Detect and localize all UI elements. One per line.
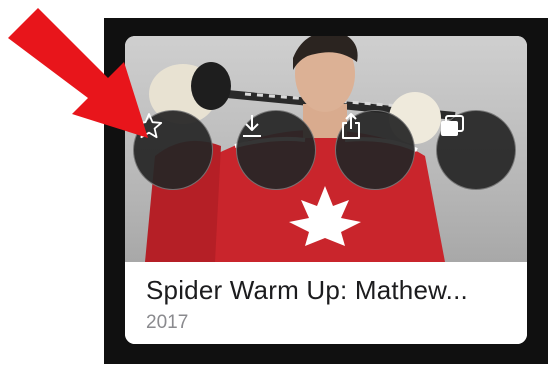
download-button[interactable]	[236, 110, 316, 190]
video-card[interactable]: Spider Warm Up: Mathew... 2017	[125, 36, 527, 344]
share-icon	[342, 113, 360, 139]
red-arrow-annotation	[8, 8, 148, 138]
share-button[interactable]	[335, 110, 415, 190]
video-caption: Spider Warm Up: Mathew... 2017	[125, 262, 527, 344]
download-icon	[243, 115, 261, 137]
video-title: Spider Warm Up: Mathew...	[146, 275, 468, 305]
picture-in-picture-button[interactable]	[436, 110, 516, 190]
video-year: 2017	[146, 312, 189, 333]
video-thumbnail[interactable]	[125, 36, 527, 262]
picture-in-picture-icon	[441, 115, 464, 136]
overlay-actions	[125, 36, 527, 262]
